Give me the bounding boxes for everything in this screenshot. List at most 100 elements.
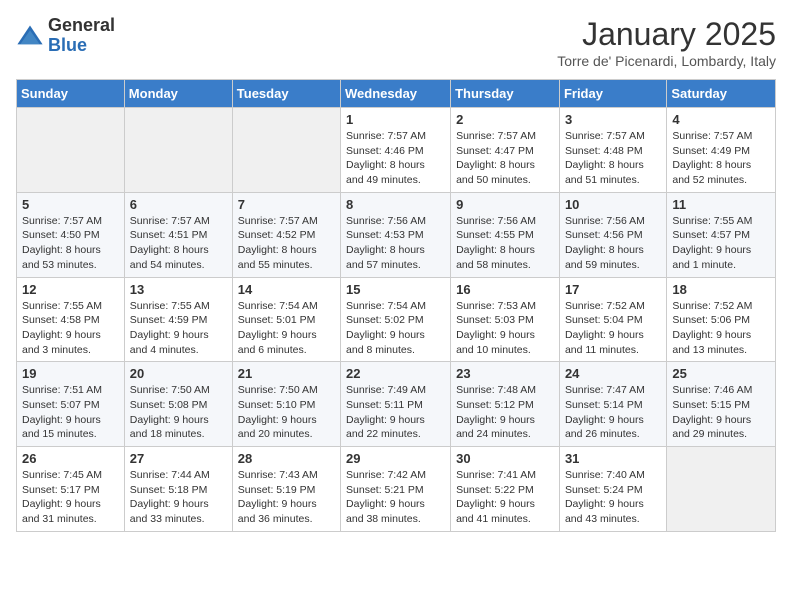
daylight-label: Daylight: 9 hours and 20 minutes. xyxy=(238,414,317,441)
day-info: Sunrise: 7:54 AM Sunset: 5:02 PM Dayligh… xyxy=(346,299,445,358)
sunrise-label: Sunrise: 7:52 AM xyxy=(672,300,752,312)
day-info: Sunrise: 7:41 AM Sunset: 5:22 PM Dayligh… xyxy=(456,468,554,527)
sunrise-label: Sunrise: 7:50 AM xyxy=(130,384,210,396)
day-number: 5 xyxy=(22,197,119,212)
day-info: Sunrise: 7:55 AM Sunset: 4:57 PM Dayligh… xyxy=(672,214,770,273)
daylight-label: Daylight: 9 hours and 29 minutes. xyxy=(672,414,751,441)
sunset-label: Sunset: 5:04 PM xyxy=(565,314,643,326)
sunset-label: Sunset: 5:02 PM xyxy=(346,314,424,326)
sunset-label: Sunset: 4:59 PM xyxy=(130,314,208,326)
day-number: 3 xyxy=(565,112,661,127)
calendar-cell: 20 Sunrise: 7:50 AM Sunset: 5:08 PM Dayl… xyxy=(124,362,232,447)
sunset-label: Sunset: 4:50 PM xyxy=(22,229,100,241)
day-info: Sunrise: 7:57 AM Sunset: 4:49 PM Dayligh… xyxy=(672,129,770,188)
weekday-header: Tuesday xyxy=(232,80,340,108)
calendar-cell xyxy=(232,108,340,193)
sunrise-label: Sunrise: 7:47 AM xyxy=(565,384,645,396)
calendar-cell: 27 Sunrise: 7:44 AM Sunset: 5:18 PM Dayl… xyxy=(124,447,232,532)
day-number: 6 xyxy=(130,197,227,212)
daylight-label: Daylight: 9 hours and 1 minute. xyxy=(672,244,751,271)
sunrise-label: Sunrise: 7:57 AM xyxy=(22,215,102,227)
daylight-label: Daylight: 8 hours and 51 minutes. xyxy=(565,159,644,186)
day-info: Sunrise: 7:50 AM Sunset: 5:08 PM Dayligh… xyxy=(130,383,227,442)
day-number: 16 xyxy=(456,282,554,297)
weekday-header: Sunday xyxy=(17,80,125,108)
day-number: 30 xyxy=(456,451,554,466)
sunset-label: Sunset: 5:01 PM xyxy=(238,314,316,326)
day-number: 20 xyxy=(130,366,227,381)
calendar-cell: 5 Sunrise: 7:57 AM Sunset: 4:50 PM Dayli… xyxy=(17,192,125,277)
daylight-label: Daylight: 9 hours and 36 minutes. xyxy=(238,498,317,525)
day-number: 22 xyxy=(346,366,445,381)
calendar-cell: 8 Sunrise: 7:56 AM Sunset: 4:53 PM Dayli… xyxy=(341,192,451,277)
day-number: 4 xyxy=(672,112,770,127)
sunrise-label: Sunrise: 7:57 AM xyxy=(672,130,752,142)
daylight-label: Daylight: 9 hours and 18 minutes. xyxy=(130,414,209,441)
sunset-label: Sunset: 4:47 PM xyxy=(456,145,534,157)
sunset-label: Sunset: 4:56 PM xyxy=(565,229,643,241)
sunrise-label: Sunrise: 7:54 AM xyxy=(346,300,426,312)
calendar-cell: 15 Sunrise: 7:54 AM Sunset: 5:02 PM Dayl… xyxy=(341,277,451,362)
calendar-cell: 12 Sunrise: 7:55 AM Sunset: 4:58 PM Dayl… xyxy=(17,277,125,362)
sunrise-label: Sunrise: 7:57 AM xyxy=(238,215,318,227)
sunrise-label: Sunrise: 7:54 AM xyxy=(238,300,318,312)
title-area: January 2025 Torre de' Picenardi, Lombar… xyxy=(557,16,776,69)
sunset-label: Sunset: 5:22 PM xyxy=(456,484,534,496)
sunset-label: Sunset: 4:53 PM xyxy=(346,229,424,241)
sunrise-label: Sunrise: 7:56 AM xyxy=(346,215,426,227)
calendar-cell xyxy=(124,108,232,193)
sunset-label: Sunset: 5:19 PM xyxy=(238,484,316,496)
day-number: 29 xyxy=(346,451,445,466)
daylight-label: Daylight: 9 hours and 26 minutes. xyxy=(565,414,644,441)
calendar-cell xyxy=(17,108,125,193)
sunset-label: Sunset: 5:15 PM xyxy=(672,399,750,411)
day-number: 10 xyxy=(565,197,661,212)
daylight-label: Daylight: 9 hours and 3 minutes. xyxy=(22,329,101,356)
calendar-cell: 9 Sunrise: 7:56 AM Sunset: 4:55 PM Dayli… xyxy=(451,192,560,277)
calendar-cell: 1 Sunrise: 7:57 AM Sunset: 4:46 PM Dayli… xyxy=(341,108,451,193)
month-title: January 2025 xyxy=(557,16,776,53)
day-number: 9 xyxy=(456,197,554,212)
day-info: Sunrise: 7:56 AM Sunset: 4:56 PM Dayligh… xyxy=(565,214,661,273)
day-info: Sunrise: 7:57 AM Sunset: 4:47 PM Dayligh… xyxy=(456,129,554,188)
daylight-label: Daylight: 8 hours and 49 minutes. xyxy=(346,159,425,186)
day-info: Sunrise: 7:57 AM Sunset: 4:46 PM Dayligh… xyxy=(346,129,445,188)
calendar-cell: 21 Sunrise: 7:50 AM Sunset: 5:10 PM Dayl… xyxy=(232,362,340,447)
sunrise-label: Sunrise: 7:55 AM xyxy=(672,215,752,227)
calendar-cell: 14 Sunrise: 7:54 AM Sunset: 5:01 PM Dayl… xyxy=(232,277,340,362)
day-number: 11 xyxy=(672,197,770,212)
day-number: 24 xyxy=(565,366,661,381)
logo-icon xyxy=(16,22,44,50)
day-number: 15 xyxy=(346,282,445,297)
sunrise-label: Sunrise: 7:48 AM xyxy=(456,384,536,396)
daylight-label: Daylight: 8 hours and 50 minutes. xyxy=(456,159,535,186)
calendar-cell: 26 Sunrise: 7:45 AM Sunset: 5:17 PM Dayl… xyxy=(17,447,125,532)
logo-blue-text: Blue xyxy=(48,36,115,56)
day-number: 12 xyxy=(22,282,119,297)
sunset-label: Sunset: 5:21 PM xyxy=(346,484,424,496)
day-number: 21 xyxy=(238,366,335,381)
calendar-cell: 2 Sunrise: 7:57 AM Sunset: 4:47 PM Dayli… xyxy=(451,108,560,193)
sunrise-label: Sunrise: 7:52 AM xyxy=(565,300,645,312)
calendar-week-row: 12 Sunrise: 7:55 AM Sunset: 4:58 PM Dayl… xyxy=(17,277,776,362)
daylight-label: Daylight: 8 hours and 53 minutes. xyxy=(22,244,101,271)
sunrise-label: Sunrise: 7:57 AM xyxy=(130,215,210,227)
sunset-label: Sunset: 5:14 PM xyxy=(565,399,643,411)
sunset-label: Sunset: 4:55 PM xyxy=(456,229,534,241)
day-number: 8 xyxy=(346,197,445,212)
sunset-label: Sunset: 4:46 PM xyxy=(346,145,424,157)
day-info: Sunrise: 7:54 AM Sunset: 5:01 PM Dayligh… xyxy=(238,299,335,358)
day-number: 26 xyxy=(22,451,119,466)
calendar-cell: 31 Sunrise: 7:40 AM Sunset: 5:24 PM Dayl… xyxy=(559,447,666,532)
calendar-cell: 30 Sunrise: 7:41 AM Sunset: 5:22 PM Dayl… xyxy=(451,447,560,532)
weekday-header-row: SundayMondayTuesdayWednesdayThursdayFrid… xyxy=(17,80,776,108)
sunset-label: Sunset: 4:48 PM xyxy=(565,145,643,157)
sunset-label: Sunset: 4:52 PM xyxy=(238,229,316,241)
sunrise-label: Sunrise: 7:55 AM xyxy=(22,300,102,312)
daylight-label: Daylight: 9 hours and 41 minutes. xyxy=(456,498,535,525)
sunrise-label: Sunrise: 7:41 AM xyxy=(456,469,536,481)
location-text: Torre de' Picenardi, Lombardy, Italy xyxy=(557,53,776,69)
weekday-header: Monday xyxy=(124,80,232,108)
sunset-label: Sunset: 4:49 PM xyxy=(672,145,750,157)
daylight-label: Daylight: 8 hours and 54 minutes. xyxy=(130,244,209,271)
